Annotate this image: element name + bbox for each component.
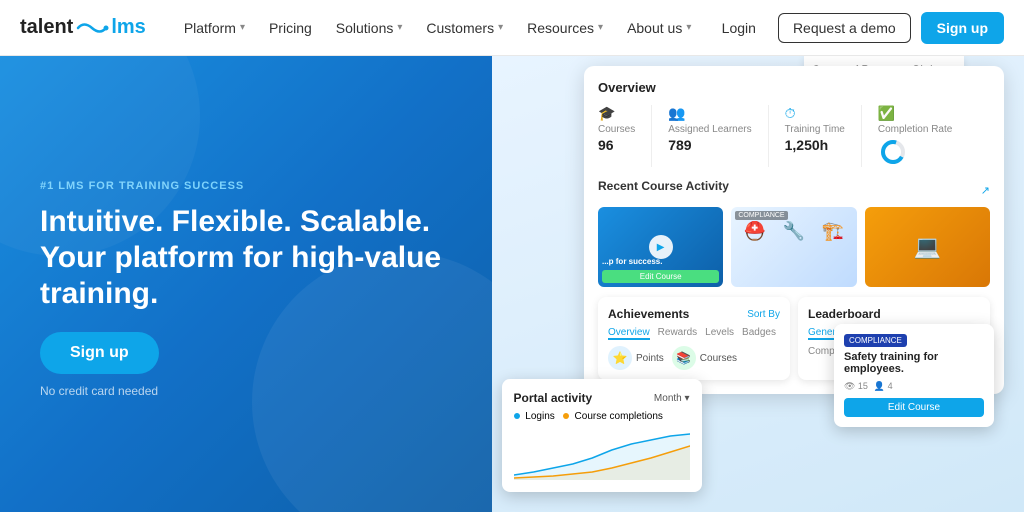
course-row: ▶ ...p for success. Edit Course COMPLIAN… — [598, 207, 990, 287]
demo-button[interactable]: Request a demo — [778, 13, 911, 43]
compliance-badge: COMPLIANCE — [735, 211, 787, 220]
portal-title: Portal activity — [514, 391, 593, 405]
hero-left: #1 LMS FOR TRAINING SUCCESS Intuitive. F… — [0, 56, 492, 512]
tab-rewards[interactable]: Rewards — [658, 327, 697, 340]
chevron-down-icon: ▾ — [397, 22, 402, 33]
stat-training-time: ⏱ Training Time 1,250h — [785, 105, 845, 167]
nav-links: Platform ▾ Pricing Solutions ▾ Customers… — [174, 14, 710, 42]
tab-overview[interactable]: Overview — [608, 327, 650, 340]
hero-signup-button[interactable]: Sign up — [40, 332, 159, 374]
external-link-icon[interactable]: ↗ — [981, 184, 990, 197]
signup-button-nav[interactable]: Sign up — [921, 12, 1004, 44]
chart-legend: Logins Course completions — [514, 411, 690, 422]
course-thumb-3: 💻 — [865, 207, 990, 287]
hero-section: #1 LMS FOR TRAINING SUCCESS Intuitive. F… — [0, 56, 1024, 512]
time-icon: ⏱ — [785, 105, 845, 122]
chart-area — [514, 430, 690, 480]
chevron-down-icon: ▾ — [240, 22, 245, 33]
compliance-badge-label: COMPLIANCE — [844, 334, 907, 347]
chevron-down-icon: ▾ — [598, 22, 603, 33]
nav-platform[interactable]: Platform ▾ — [174, 14, 255, 42]
login-button[interactable]: Login — [710, 14, 768, 42]
chevron-down-icon: ▾ — [498, 22, 503, 33]
navbar: talentlms Platform ▾ Pricing Solutions ▾… — [0, 0, 1024, 56]
completion-icon: ✅ — [878, 105, 952, 122]
nav-resources[interactable]: Resources ▾ — [517, 14, 613, 42]
nav-customers[interactable]: Customers ▾ — [416, 14, 513, 42]
tab-badges[interactable]: Badges — [742, 327, 776, 340]
compliance-card: COMPLIANCE Safety training for employees… — [834, 324, 994, 427]
recent-activity-title: Recent Course Activity — [598, 179, 729, 193]
completions-legend: Course completions — [563, 411, 663, 422]
courses-icon: 🎓 — [598, 105, 635, 122]
course-thumb-2: COMPLIANCE ⛑️🔧🏗️ — [731, 207, 856, 287]
portal-activity-card: Portal activity Month ▾ Logins Course co… — [502, 379, 702, 492]
edit-course-button[interactable]: Edit Course — [844, 398, 984, 417]
tab-levels[interactable]: Levels — [705, 327, 734, 340]
nav-solutions[interactable]: Solutions ▾ — [326, 14, 413, 42]
course-thumb-1: ▶ ...p for success. Edit Course — [598, 207, 723, 287]
logo-text: talentlms — [20, 16, 146, 39]
chevron-down-icon: ▾ — [686, 22, 691, 33]
month-dropdown[interactable]: Month ▾ — [654, 393, 690, 404]
achievements-card: Achievements Sort By Overview Rewards Le… — [598, 297, 790, 380]
nav-right: Login Request a demo Sign up — [710, 12, 1004, 44]
logo[interactable]: talentlms — [20, 16, 146, 39]
compliance-course-title: Safety training for employees. — [844, 351, 984, 375]
sort-by-link[interactable]: Sort By — [747, 309, 780, 320]
stat-courses: 🎓 Courses 96 — [598, 105, 635, 167]
nav-about[interactable]: About us ▾ — [617, 14, 701, 42]
hero-right: Courses' Progress Status Overview 🎓 Cour… — [492, 56, 1024, 512]
stat-completion: ✅ Completion Rate — [878, 105, 952, 167]
achieve-tabs: Overview Rewards Levels Badges — [608, 327, 780, 340]
logins-legend: Logins — [514, 411, 555, 422]
nav-pricing[interactable]: Pricing — [259, 14, 322, 42]
play-icon[interactable]: ▶ — [649, 235, 673, 259]
overview-title: Overview — [598, 80, 990, 95]
learners-icon: 👥 — [668, 105, 751, 122]
stats-row: 🎓 Courses 96 👥 Assigned Learners 789 ⏱ T… — [598, 105, 990, 167]
stat-learners: 👥 Assigned Learners 789 — [668, 105, 751, 167]
